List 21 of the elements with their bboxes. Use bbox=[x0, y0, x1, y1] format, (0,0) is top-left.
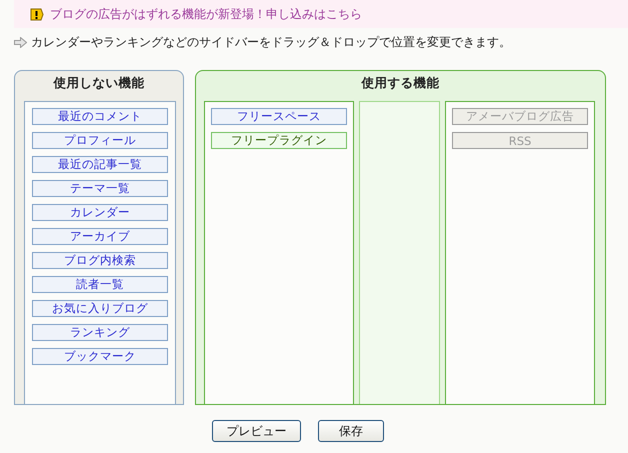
sidebar-widget[interactable]: プロフィール bbox=[32, 132, 168, 149]
sidebar-widget[interactable]: カレンダー bbox=[32, 204, 168, 221]
sidebar-widget[interactable]: 最近の記事一覧 bbox=[32, 156, 168, 173]
preview-button[interactable]: プレビュー bbox=[212, 420, 301, 442]
sidebar-widget[interactable]: ランキング bbox=[32, 324, 168, 341]
sidebar-widget[interactable]: 最近のコメント bbox=[32, 108, 168, 125]
sidebar-widget[interactable]: テーマ一覧 bbox=[32, 180, 168, 197]
sidebar-widget[interactable]: ブログ内検索 bbox=[32, 252, 168, 269]
notice-link[interactable]: ブログの広告がはずれる機能が新登場！申し込みはこちら bbox=[50, 6, 362, 22]
warning-icon bbox=[30, 8, 44, 20]
sidebar-widget[interactable]: アーカイブ bbox=[32, 228, 168, 245]
sidebar-widget[interactable]: お気に入りブログ bbox=[32, 300, 168, 317]
panel-title: 使用する機能 bbox=[362, 74, 440, 92]
sidebar-widget[interactable]: フリースペース bbox=[211, 108, 347, 125]
instruction-text: カレンダーやランキングなどのサイドバーをドラッグ＆ドロップで位置を変更できます。 bbox=[31, 34, 511, 50]
save-button[interactable]: 保存 bbox=[318, 420, 384, 442]
panel-title: 使用しない機能 bbox=[54, 74, 144, 92]
sidebar-widget[interactable]: ブックマーク bbox=[32, 348, 168, 365]
sidebar-widget[interactable]: フリープラグイン bbox=[211, 132, 347, 149]
arrow-icon bbox=[14, 36, 27, 48]
sidebar-widget[interactable]: 読者一覧 bbox=[32, 276, 168, 293]
